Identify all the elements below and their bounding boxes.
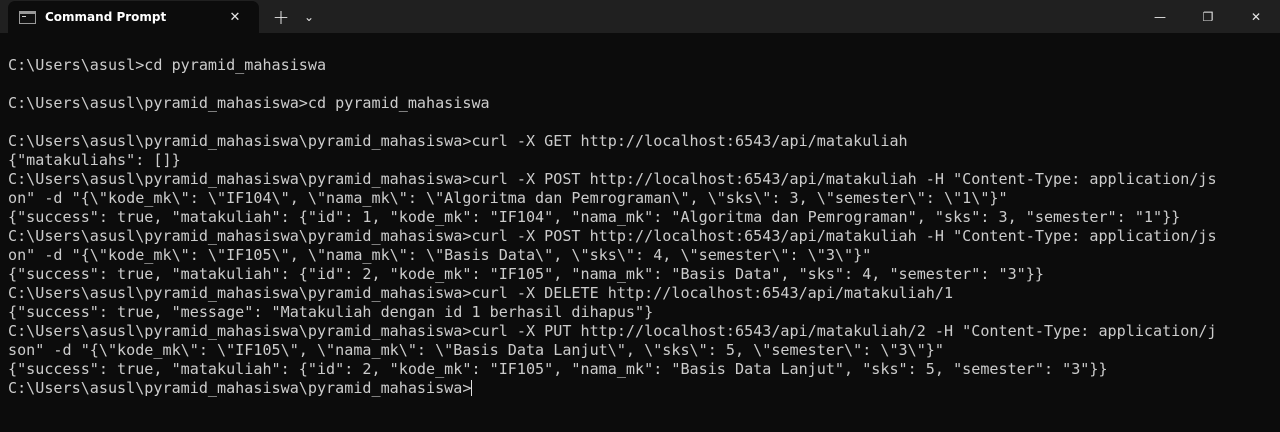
new-tab-button[interactable]: + [266, 0, 296, 33]
terminal-line: C:\Users\asusl\pyramid_mahasiswa\pyramid… [8, 322, 1217, 340]
chevron-down-icon[interactable]: ⌄ [296, 0, 322, 33]
terminal-icon [19, 10, 36, 24]
tab-title: Command Prompt [45, 10, 167, 24]
terminal-line: on" -d "{\"kode_mk\": \"IF104\", \"nama_… [8, 189, 1008, 207]
title-bar[interactable]: Command Prompt ✕ + ⌄ — ❐ ✕ [0, 0, 1280, 33]
tab-close-icon[interactable]: ✕ [223, 5, 247, 29]
terminal-line: C:\Users\asusl\pyramid_mahasiswa\pyramid… [8, 379, 473, 397]
terminal-line: {"success": true, "matakuliah": {"id": 2… [8, 360, 1108, 378]
terminal-lines: C:\Users\asusl>cd pyramid_mahasiswa C:\Us… [8, 56, 1280, 398]
window-controls: — ❐ ✕ [1136, 0, 1280, 33]
terminal-line: C:\Users\asusl\pyramid_mahasiswa>cd pyra… [8, 94, 490, 112]
terminal-line: {"success": true, "matakuliah": {"id": 1… [8, 208, 1181, 226]
terminal-line: {"matakuliahs": []} [8, 151, 181, 169]
terminal-line: C:\Users\asusl\pyramid_mahasiswa\pyramid… [8, 227, 1217, 245]
restore-button[interactable]: ❐ [1184, 0, 1232, 33]
tab-command-prompt[interactable]: Command Prompt ✕ [8, 1, 259, 33]
terminal-line: C:\Users\asusl>cd pyramid_mahasiswa [8, 56, 327, 74]
terminal-line: {"success": true, "message": "Matakuliah… [8, 303, 654, 321]
terminal-line: C:\Users\asusl\pyramid_mahasiswa\pyramid… [8, 284, 954, 302]
text-cursor [471, 380, 473, 396]
terminal-line: {"success": true, "matakuliah": {"id": 2… [8, 265, 1044, 283]
scrollbar[interactable] [1270, 33, 1280, 432]
terminal-line: on" -d "{\"kode_mk\": \"IF105\", \"nama_… [8, 246, 872, 264]
close-button[interactable]: ✕ [1232, 0, 1280, 33]
terminal-line: son" -d "{\"kode_mk\": \"IF105\", \"nama… [8, 341, 944, 359]
minimize-button[interactable]: — [1136, 0, 1184, 33]
terminal-output[interactable]: C:\Users\asusl>cd pyramid_mahasiswa C:\Us… [0, 33, 1280, 432]
terminal-line: C:\Users\asusl\pyramid_mahasiswa\pyramid… [8, 170, 1217, 188]
command-prompt-window: Command Prompt ✕ + ⌄ — ❐ ✕ C:\Users\asus… [0, 0, 1280, 432]
terminal-line: C:\Users\asusl\pyramid_mahasiswa\pyramid… [8, 132, 908, 150]
